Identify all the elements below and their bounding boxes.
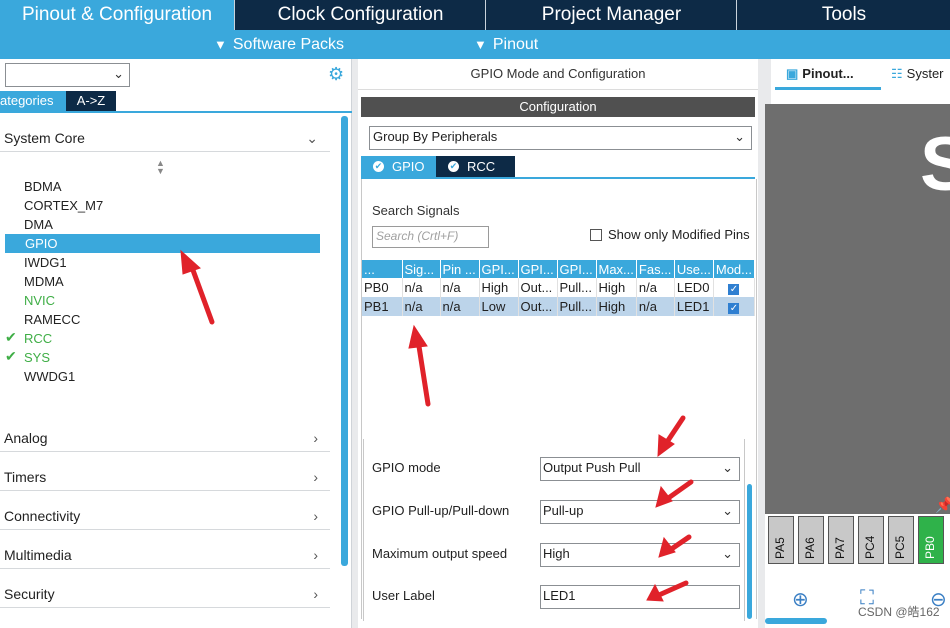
- arrow-icon: [658, 534, 692, 558]
- arrow-icon: [646, 580, 689, 602]
- arrow-icon: [408, 324, 431, 407]
- arrow-icon: [655, 479, 694, 508]
- annotation-arrows: [180, 249, 694, 602]
- arrow-icon: [180, 249, 215, 325]
- arrow-icon: [657, 415, 686, 458]
